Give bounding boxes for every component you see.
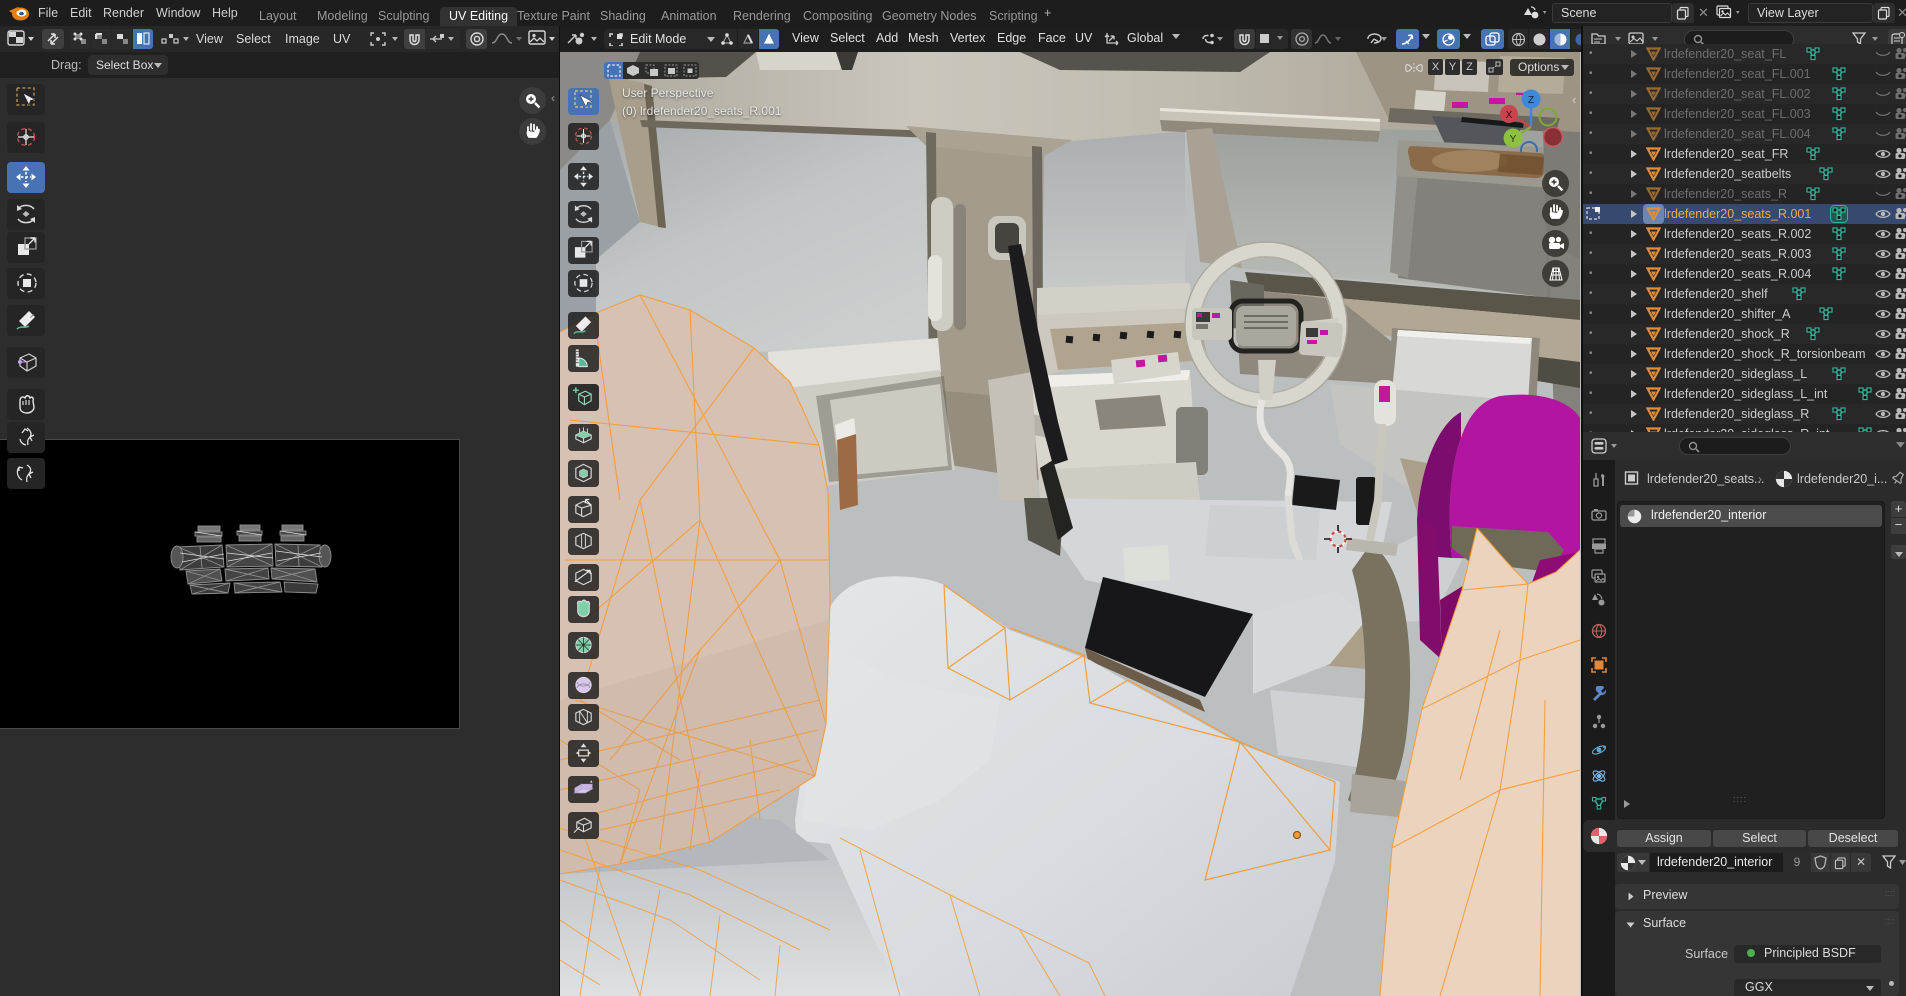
svg-text:Y: Y — [1510, 134, 1517, 145]
svg-text:X: X — [1506, 110, 1513, 121]
svg-text:Z: Z — [1528, 95, 1534, 106]
